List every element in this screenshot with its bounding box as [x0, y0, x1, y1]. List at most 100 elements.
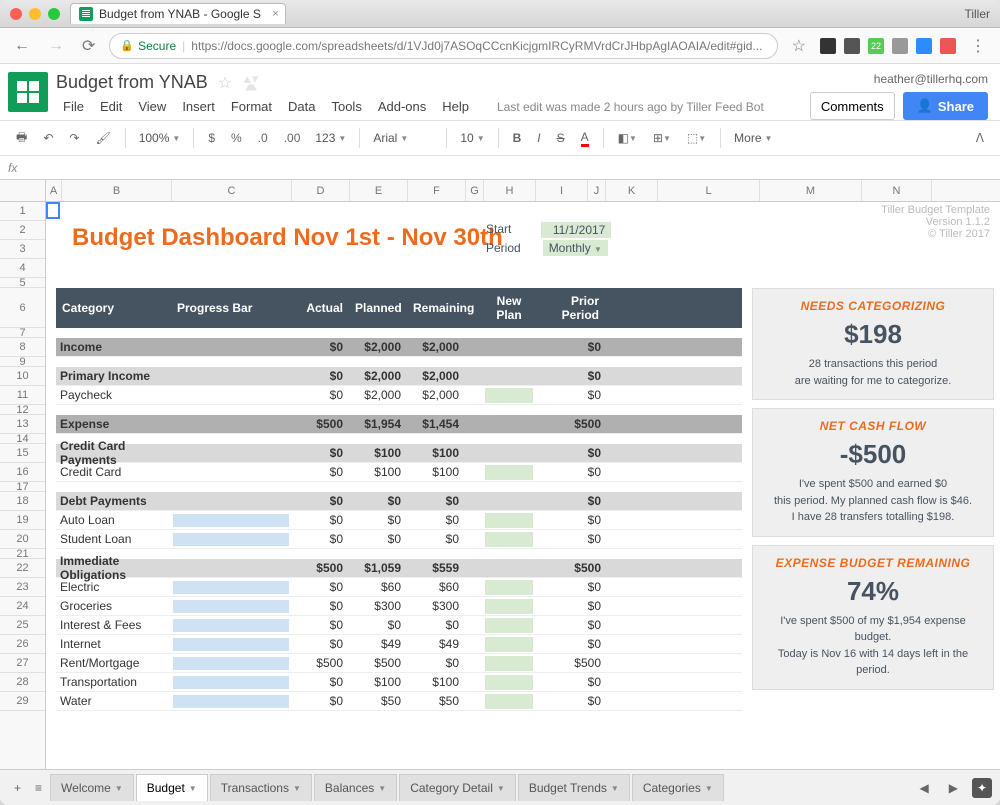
- font-dropdown[interactable]: Arial▼: [368, 128, 438, 148]
- sheet-tab-transactions[interactable]: Transactions ▼: [210, 774, 312, 801]
- row-header[interactable]: 26: [0, 635, 45, 654]
- menu-file[interactable]: File: [56, 97, 91, 116]
- explore-icon[interactable]: ✦: [972, 778, 992, 798]
- italic-icon[interactable]: I: [531, 127, 546, 149]
- zoom-dropdown[interactable]: 100%▼: [134, 128, 186, 148]
- menu-help[interactable]: Help: [435, 97, 476, 116]
- tab-scroll-left-icon[interactable]: ◀: [913, 777, 934, 799]
- row-header[interactable]: 7: [0, 328, 45, 338]
- table-row[interactable]: Rent/Mortgage$500$500$0$500: [56, 654, 742, 673]
- window-minimize-icon[interactable]: [29, 8, 41, 20]
- row-header[interactable]: 1: [0, 202, 45, 221]
- window-maximize-icon[interactable]: [48, 8, 60, 20]
- ext-icon[interactable]: [940, 38, 956, 54]
- row-header[interactable]: 23: [0, 578, 45, 597]
- ext-icon[interactable]: [820, 38, 836, 54]
- row-header[interactable]: 3: [0, 240, 45, 259]
- column-header[interactable]: J: [588, 180, 606, 201]
- format-currency-icon[interactable]: $: [202, 127, 221, 149]
- fill-color-icon[interactable]: ◧▼: [612, 127, 643, 149]
- merge-cells-icon[interactable]: ⬚▼: [681, 127, 712, 149]
- drive-icon[interactable]: [242, 74, 260, 92]
- row-header[interactable]: 16: [0, 463, 45, 482]
- period-dropdown[interactable]: Monthly ▼: [543, 240, 608, 256]
- document-title[interactable]: Budget from YNAB: [56, 72, 208, 93]
- column-header[interactable]: F: [408, 180, 466, 201]
- table-row[interactable]: Internet$0$49$49$0: [56, 635, 742, 654]
- table-row[interactable]: Paycheck$0$2,000$2,000$0: [56, 386, 742, 405]
- tab-scroll-right-icon[interactable]: ▶: [943, 777, 964, 799]
- tab-menu-icon[interactable]: ▼: [115, 784, 123, 793]
- bold-icon[interactable]: B: [507, 127, 528, 149]
- tab-menu-icon[interactable]: ▼: [611, 784, 619, 793]
- column-header[interactable]: G: [466, 180, 484, 201]
- browser-menu-icon[interactable]: ⋮: [966, 36, 990, 56]
- last-edit-text[interactable]: Last edit was made 2 hours ago by Tiller…: [490, 98, 771, 116]
- ext-icon[interactable]: [916, 38, 932, 54]
- menu-edit[interactable]: Edit: [93, 97, 129, 116]
- row-header[interactable]: 5: [0, 278, 45, 288]
- add-sheet-icon[interactable]: +: [8, 777, 27, 799]
- row-header[interactable]: 27: [0, 654, 45, 673]
- star-icon[interactable]: ☆: [218, 73, 232, 93]
- table-row[interactable]: Auto Loan$0$0$0$0: [56, 511, 742, 530]
- menu-insert[interactable]: Insert: [175, 97, 222, 116]
- decrease-decimal-icon[interactable]: .0: [252, 127, 274, 149]
- toolbar-expand-icon[interactable]: ᐱ: [970, 127, 990, 149]
- sheet-tab-balances[interactable]: Balances ▼: [314, 774, 397, 801]
- row-header[interactable]: 10: [0, 367, 45, 386]
- format-percent-icon[interactable]: %: [225, 127, 248, 149]
- menu-tools[interactable]: Tools: [324, 97, 368, 116]
- tab-close-icon[interactable]: ×: [272, 8, 278, 20]
- browser-profile[interactable]: Tiller: [964, 7, 990, 21]
- browser-tab[interactable]: Budget from YNAB - Google S ×: [70, 3, 286, 24]
- sheet-tab-budget-trends[interactable]: Budget Trends ▼: [518, 774, 630, 801]
- tab-menu-icon[interactable]: ▼: [705, 784, 713, 793]
- row-header[interactable]: 22: [0, 559, 45, 578]
- ext-icon[interactable]: [892, 38, 908, 54]
- table-row[interactable]: Electric$0$60$60$0: [56, 578, 742, 597]
- paint-format-icon[interactable]: 🖌: [89, 127, 116, 149]
- row-header[interactable]: 19: [0, 511, 45, 530]
- nav-forward-icon[interactable]: →: [44, 37, 68, 55]
- column-header[interactable]: D: [292, 180, 350, 201]
- table-row[interactable]: Income$0$2,000$2,000$0: [56, 338, 742, 357]
- row-header[interactable]: 12: [0, 405, 45, 415]
- sheet-tab-category-detail[interactable]: Category Detail ▼: [399, 774, 516, 801]
- borders-icon[interactable]: ⊞▼: [647, 127, 677, 149]
- row-header[interactable]: 15: [0, 444, 45, 463]
- all-sheets-icon[interactable]: ≡: [29, 777, 48, 799]
- url-input[interactable]: 🔒 Secure | https://docs.google.com/sprea…: [109, 33, 777, 59]
- column-header[interactable]: N: [862, 180, 932, 201]
- row-header[interactable]: 28: [0, 673, 45, 692]
- column-header[interactable]: L: [658, 180, 760, 201]
- sheet-tab-categories[interactable]: Categories ▼: [632, 774, 724, 801]
- table-row[interactable]: Interest & Fees$0$0$0$0: [56, 616, 742, 635]
- menu-view[interactable]: View: [131, 97, 173, 116]
- row-header[interactable]: 14: [0, 434, 45, 444]
- nav-back-icon[interactable]: ←: [10, 37, 34, 55]
- increase-decimal-icon[interactable]: .00: [278, 127, 307, 149]
- table-row[interactable]: Water$0$50$50$0: [56, 692, 742, 711]
- row-header[interactable]: 17: [0, 482, 45, 492]
- new-plan-input[interactable]: [485, 388, 533, 403]
- row-header[interactable]: 6: [0, 288, 45, 328]
- row-header[interactable]: 8: [0, 338, 45, 357]
- table-row[interactable]: Credit Card$0$100$100$0: [56, 463, 742, 482]
- print-icon[interactable]: 🖶: [10, 124, 33, 153]
- table-row[interactable]: Transportation$0$100$100$0: [56, 673, 742, 692]
- row-header[interactable]: 24: [0, 597, 45, 616]
- column-header[interactable]: I: [536, 180, 588, 201]
- account-email[interactable]: heather@tillerhq.com: [874, 72, 988, 86]
- new-plan-input[interactable]: [485, 580, 533, 595]
- table-row[interactable]: Expense$500$1,954$1,454$500: [56, 415, 742, 434]
- column-header[interactable]: C: [172, 180, 292, 201]
- row-header[interactable]: 2: [0, 221, 45, 240]
- table-row[interactable]: Debt Payments$0$0$0$0: [56, 492, 742, 511]
- new-plan-input[interactable]: [485, 618, 533, 633]
- share-button[interactable]: 👤 Share: [903, 92, 988, 120]
- row-header[interactable]: 18: [0, 492, 45, 511]
- start-value[interactable]: 11/1/2017: [541, 222, 611, 238]
- more-formats-dropdown[interactable]: 123▼: [310, 128, 351, 148]
- table-row[interactable]: Student Loan$0$0$0$0: [56, 530, 742, 549]
